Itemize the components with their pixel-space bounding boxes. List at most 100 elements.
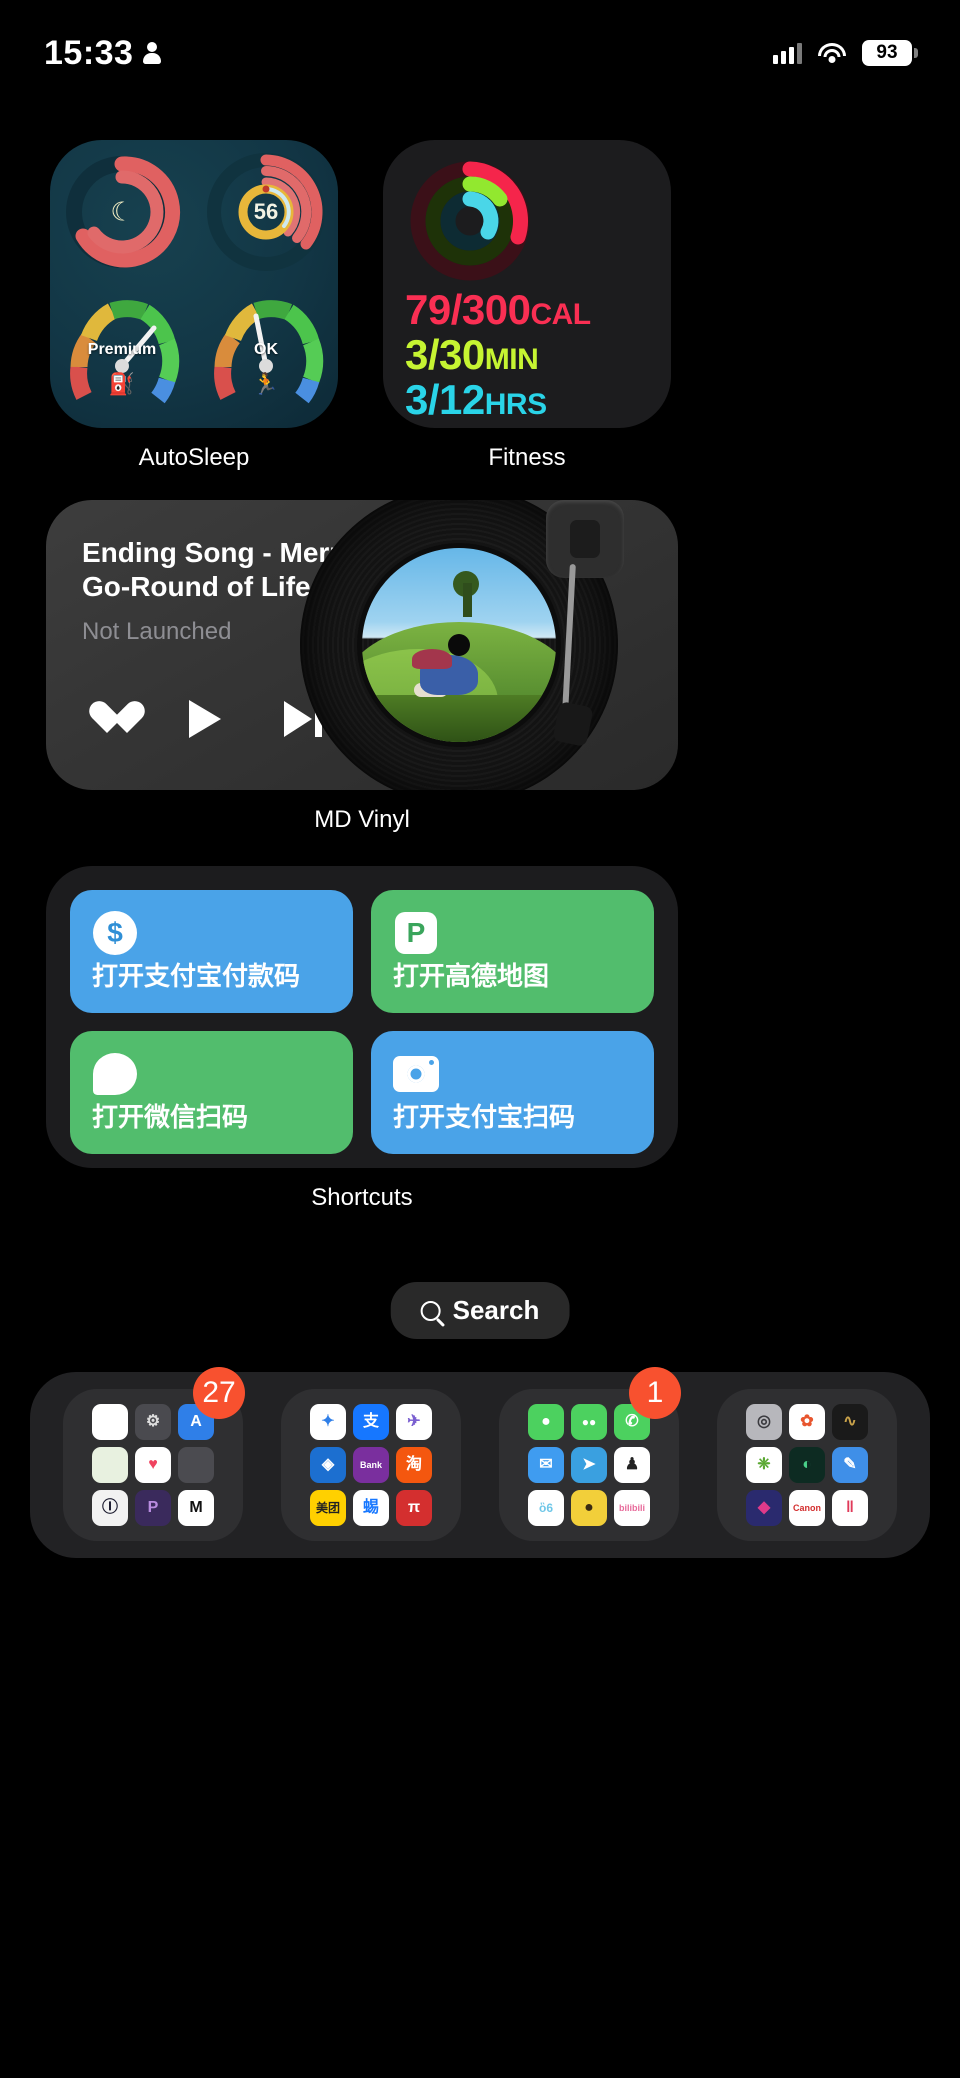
signal-wave-app-icon[interactable]: ∿ <box>832 1404 868 1440</box>
telegram-app-icon[interactable]: ➤ <box>571 1447 607 1483</box>
alipay-app-icon[interactable]: 支 <box>353 1404 389 1440</box>
meituan-app-icon[interactable]: 美团 <box>310 1490 346 1526</box>
player-controls <box>84 696 326 742</box>
folder-creative[interactable]: ◎ ✿ ∿ ❈ ◐ ✎ ◆ Canon ‖ <box>717 1389 897 1541</box>
qq-app-icon[interactable]: ♟ <box>614 1447 650 1483</box>
safari-app-icon[interactable]: ✦ <box>310 1404 346 1440</box>
chat-bubble-icon <box>92 1051 138 1097</box>
folder-icon-grid: ⚙ A ♥ Ⓘ P M <box>92 1404 214 1526</box>
moon-icon: ☾ <box>110 196 134 227</box>
heart-icon <box>88 702 126 736</box>
fitness-stat-move: 79/300CAL <box>405 286 591 333</box>
canon-app-icon[interactable]: Canon <box>789 1490 825 1526</box>
status-bar-left: 15:33 <box>44 34 162 73</box>
shortcut-tile-amap[interactable]: P 打开高德地图 <box>371 890 654 1013</box>
password-app-icon[interactable]: P <box>135 1490 171 1526</box>
mail-client-app-icon[interactable]: M <box>178 1490 214 1526</box>
runner-icon: 🏃 <box>252 372 280 396</box>
mail-app-icon[interactable]: ✉ <box>528 1447 564 1483</box>
tonearm-head <box>552 700 594 748</box>
eleme-app-icon[interactable]: 蜴 <box>353 1490 389 1526</box>
play-button[interactable] <box>182 696 228 742</box>
status-bar-right: 93 <box>773 40 918 66</box>
shortcut-tile-alipay-scan[interactable]: 打开支付宝扫码 <box>371 1031 654 1154</box>
fitness-move-value: 79/300 <box>405 286 531 333</box>
widget-label-shortcuts: Shortcuts <box>311 1184 413 1211</box>
turntable-graphic <box>300 500 624 790</box>
cmb-bank-app-icon[interactable]: ◈ <box>310 1447 346 1483</box>
fitness-exercise-value: 3/30 <box>405 330 485 378</box>
shortcuts-body: $ 打开支付宝付款码 P 打开高德地图 打开微信扫码 打开支付宝扫码 <box>46 866 678 1168</box>
authenticator-app-icon[interactable]: Ⓘ <box>92 1490 128 1526</box>
widget-label-md-vinyl: MD Vinyl <box>314 806 410 833</box>
bee-app-icon[interactable]: ● <box>571 1490 607 1526</box>
md-vinyl-body[interactable]: Ending Song - Merry-Go-Round of Life Not… <box>46 500 678 790</box>
snapseed-app-icon[interactable]: ❈ <box>746 1447 782 1483</box>
fitness-exercise-unit: MIN <box>484 342 539 376</box>
camera-app-icon[interactable]: ◎ <box>746 1404 782 1440</box>
status-bar: 15:33 93 <box>0 0 960 84</box>
health-app-icon[interactable]: ♥ <box>135 1447 171 1483</box>
maps-app-icon[interactable] <box>92 1447 128 1483</box>
fitness-body[interactable]: 79/300CAL 3/30MIN 3/12HRS <box>383 140 671 428</box>
fitness-stand-value: 3/12 <box>405 375 485 423</box>
audio-app-icon[interactable]: ‖ <box>832 1490 868 1526</box>
gauge-label-premium: Premium <box>87 341 157 359</box>
bilibili-app-icon[interactable]: bilibili <box>614 1490 650 1526</box>
messages-app-icon[interactable]: ● <box>528 1404 564 1440</box>
folder-social[interactable]: ● ●● ✆ ✉ ➤ ♟ ὂ6 ● bilibili 1 <box>499 1367 681 1541</box>
wifi-icon <box>818 42 846 64</box>
folder-finance[interactable]: ✦ 支 ✈ ◈ Bank 淘美团蜴 π <box>281 1389 461 1541</box>
notification-badge: 27 <box>193 1367 245 1419</box>
shortcut-tile-wechat-scan[interactable]: 打开微信扫码 <box>70 1031 353 1154</box>
dock: ⚙ A ♥ Ⓘ P M 27 ✦ 支 ✈ ◈ Bank 淘美团蜴 π ● ●● ✆ ✉ ➤ ♟ ὂ6 ● bilibili 1… <box>30 1367 930 1558</box>
fitness-stat-exercise: 3/30MIN <box>405 330 591 378</box>
shortcut-label: 打开微信扫码 <box>92 1102 249 1132</box>
widget-shortcuts[interactable]: $ 打开支付宝付款码 P 打开高德地图 打开微信扫码 打开支付宝扫码 Short… <box>46 866 678 1212</box>
autosleep-gauge-premium: Premium ⛽ <box>50 284 194 428</box>
shortcuts-app-icon[interactable] <box>178 1447 214 1483</box>
shortcut-tile-alipay-pay[interactable]: $ 打开支付宝付款码 <box>70 890 353 1013</box>
notification-badge: 1 <box>629 1367 681 1419</box>
gauge-label-ok: OK <box>254 341 278 359</box>
shortcut-label: 打开支付宝付款码 <box>92 961 301 991</box>
activity-rings-icon <box>410 161 530 281</box>
fuel-pump-icon: ⛽ <box>108 372 136 396</box>
files-app-icon[interactable] <box>92 1404 128 1440</box>
photos-app-icon[interactable]: ✿ <box>789 1404 825 1440</box>
shortcut-label: 打开支付宝扫码 <box>393 1102 576 1132</box>
layers-app-icon[interactable]: ◆ <box>746 1490 782 1526</box>
search-button[interactable]: Search <box>390 1282 570 1339</box>
widget-fitness[interactable]: 79/300CAL 3/30MIN 3/12HRS Fitness <box>383 140 671 472</box>
autosleep-body[interactable]: ☾ 56 Premium ⛽ OK 🏃 <box>50 140 338 428</box>
settings-app-icon[interactable]: ⚙ <box>135 1404 171 1440</box>
camera-icon <box>393 1051 439 1097</box>
widget-md-vinyl[interactable]: Ending Song - Merry-Go-Round of Life Not… <box>46 500 678 834</box>
battery-percent: 93 <box>876 42 898 63</box>
like-button[interactable] <box>84 696 130 742</box>
widget-label-fitness: Fitness <box>488 444 566 471</box>
battery-indicator: 93 <box>862 40 918 66</box>
autosleep-gauge-ok: OK 🏃 <box>194 284 338 428</box>
cellular-signal-icon <box>773 42 802 64</box>
autosleep-sleep-ring: ☾ <box>50 140 194 284</box>
person-icon <box>143 42 162 64</box>
parking-p-icon: P <box>393 910 439 956</box>
lightroom-app-icon[interactable]: ◐ <box>789 1447 825 1483</box>
record-spindle <box>448 634 470 656</box>
home-screen: 15:33 93 ☾ 56 Premium ⛽ OK 🏃 AutoSleep 7… <box>0 0 960 2078</box>
search-icon <box>420 1300 441 1321</box>
fitness-stats: 79/300CAL 3/30MIN 3/12HRS <box>405 286 591 423</box>
xiaohongshu-app-icon[interactable]: ✈ <box>396 1404 432 1440</box>
taobao-app-icon[interactable]: 淘 <box>396 1447 432 1483</box>
pi-app-icon[interactable]: π <box>396 1490 432 1526</box>
play-icon <box>189 700 221 738</box>
folder-icon-grid: ✦ 支 ✈ ◈ Bank 淘美团蜴 π <box>310 1404 432 1526</box>
wechat-app-icon[interactable]: ●● <box>571 1404 607 1440</box>
bank-app-icon[interactable]: Bank <box>353 1447 389 1483</box>
widget-autosleep[interactable]: ☾ 56 Premium ⛽ OK 🏃 AutoSleep <box>50 140 338 472</box>
folder-utilities[interactable]: ⚙ A ♥ Ⓘ P M 27 <box>63 1367 245 1541</box>
tonearm-knob <box>570 520 600 558</box>
notes-pen-app-icon[interactable]: ✎ <box>832 1447 868 1483</box>
twitter-app-icon[interactable]: ὂ6 <box>528 1490 564 1526</box>
